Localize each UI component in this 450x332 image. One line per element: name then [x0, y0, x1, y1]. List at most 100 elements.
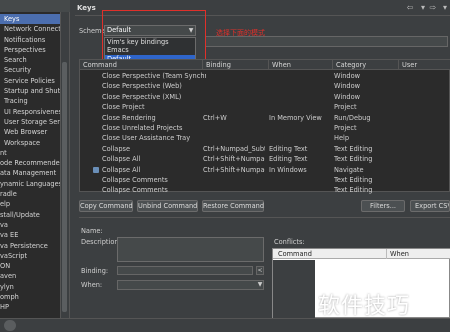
- cell-category: Window: [334, 92, 360, 101]
- tree-scrollbar-thumb[interactable]: [62, 62, 67, 312]
- tree-item[interactable]: User Storage Service: [0, 117, 60, 127]
- cell-command: Close Unrelated Projects: [102, 124, 183, 132]
- back-menu-icon[interactable]: ▾: [418, 3, 428, 13]
- tree-item[interactable]: vaScript: [0, 251, 60, 261]
- cell-command: Collapse Comments: [102, 176, 168, 184]
- table-row[interactable]: Collapse All Ctrl+Shift+Numpad_Divide Edit…: [80, 154, 450, 164]
- binding-input[interactable]: [117, 266, 253, 275]
- cell-category: Text Editing: [334, 144, 373, 153]
- conflicts-label: Conflicts:: [274, 238, 305, 246]
- tree-item[interactable]: Search: [0, 55, 60, 65]
- cell-when: Editing Text: [269, 144, 308, 153]
- cell-command: Collapse Comments: [102, 186, 168, 195]
- cell-category: Window: [334, 82, 360, 91]
- tree-item[interactable]: nt: [0, 148, 60, 158]
- export-csv-button[interactable]: Export CSV...: [410, 200, 450, 212]
- cell-binding: Ctrl+Shift+Numpad_Divide: [203, 155, 265, 164]
- description-field[interactable]: [117, 237, 264, 262]
- cell-command: Close Perspective (Team Synchronizing): [102, 72, 206, 80]
- watermark: 软件技巧: [318, 294, 411, 319]
- table-row[interactable]: Collapse Ctrl+Numpad_Subtract Editing Text…: [80, 144, 450, 154]
- table-row[interactable]: Close Project Project: [80, 102, 450, 112]
- back-icon[interactable]: ⇦: [405, 3, 415, 13]
- table-row[interactable]: Close Perspective (XML) Window: [80, 92, 450, 102]
- tree-item[interactable]: ode Recommenders: [0, 158, 60, 168]
- table-row[interactable]: Close Perspective (Web) Window: [80, 81, 450, 91]
- tree-item[interactable]: Notifications: [0, 35, 60, 45]
- cell-command: Collapse: [102, 144, 131, 153]
- command-icon: [93, 166, 99, 173]
- tree-item[interactable]: ynamic Languages: [0, 179, 60, 189]
- tree-item[interactable]: omph: [0, 292, 60, 302]
- column-header-category[interactable]: Category: [332, 60, 398, 70]
- conflicts-empty-area: [273, 260, 315, 318]
- filters-button[interactable]: Filters...: [361, 200, 405, 212]
- conflicts-header-when[interactable]: When: [386, 249, 446, 259]
- cell-command: Close User Assistance Tray: [102, 134, 191, 143]
- restore-command-button[interactable]: Restore Command: [202, 200, 264, 212]
- tree-item[interactable]: ylyn: [0, 282, 60, 292]
- tree-item[interactable]: aven: [0, 271, 60, 281]
- help-icon[interactable]: [4, 320, 16, 331]
- cell-category: Project: [334, 124, 357, 132]
- tree-item[interactable]: Web Browser: [0, 127, 60, 137]
- cell-when: Editing Text: [269, 155, 308, 164]
- column-header-binding[interactable]: Binding: [202, 60, 268, 70]
- cell-binding: Ctrl+W: [203, 113, 227, 122]
- tree-item[interactable]: Security: [0, 65, 60, 75]
- description-label: Description:: [81, 238, 121, 246]
- table-row[interactable]: Close Unrelated Projects Project: [80, 123, 450, 133]
- chevron-down-icon[interactable]: ▼: [256, 280, 264, 290]
- tree-item[interactable]: Workspace: [0, 138, 60, 148]
- cell-command: Collapse All: [102, 165, 141, 174]
- page-title: Keys: [77, 4, 96, 12]
- table-row[interactable]: Collapse Comments Text Editing: [80, 185, 450, 195]
- tree-item[interactable]: Perspectives: [0, 45, 60, 55]
- cell-command: Close Perspective (Web): [102, 82, 182, 91]
- tree-item[interactable]: va EE: [0, 230, 60, 240]
- tree-item[interactable]: ata Management: [0, 168, 60, 178]
- when-select[interactable]: [117, 280, 264, 290]
- table-row[interactable]: Collapse Comments Text Editing: [80, 175, 450, 185]
- cell-category: Run/Debug: [334, 113, 371, 122]
- table-row[interactable]: Collapse All Ctrl+Shift+Numpad_Divide In W…: [80, 165, 450, 175]
- tree-item[interactable]: Network Connections: [0, 24, 60, 34]
- cell-category: Help: [334, 134, 350, 143]
- tree-item[interactable]: UI Responsiveness: [0, 107, 60, 117]
- tree-item[interactable]: ON: [0, 261, 60, 271]
- cell-command: Collapse All: [102, 155, 141, 164]
- tree-item[interactable]: va Persistence: [0, 241, 60, 251]
- details-divider: [79, 217, 450, 218]
- conflicts-header-command[interactable]: Command: [275, 249, 385, 259]
- cell-binding: Ctrl+Shift+Numpad_Divide: [203, 165, 265, 174]
- tree-item[interactable]: HP: [0, 302, 60, 312]
- tree-item[interactable]: elp: [0, 199, 60, 209]
- table-row[interactable]: Close Perspective (Team Synchronizing) Wi…: [80, 71, 450, 81]
- tree-item[interactable]: va: [0, 220, 60, 230]
- tree-item[interactable]: stall/Update: [0, 210, 60, 220]
- name-label: Name:: [81, 227, 103, 235]
- column-header-command[interactable]: Command: [80, 60, 202, 70]
- tree-item[interactable]: radle: [0, 189, 60, 199]
- column-header-user[interactable]: User: [398, 60, 450, 70]
- tree-items: KeysNetwork ConnectionsNotificationsPers…: [0, 14, 60, 313]
- tree-item[interactable]: Keys: [0, 14, 60, 25]
- tree-item[interactable]: Service Policies: [0, 76, 60, 86]
- cell-category: Navigate: [334, 165, 364, 174]
- cell-category: Window: [334, 72, 360, 80]
- binding-label: Binding:: [81, 267, 109, 275]
- cell-when: In Windows: [269, 165, 307, 174]
- table-row[interactable]: Close Rendering Ctrl+W In Memory View Run/D…: [80, 113, 450, 123]
- tree-item[interactable]: Startup and Shutdown: [0, 86, 60, 96]
- table-row[interactable]: Close User Assistance Tray Help: [80, 133, 450, 143]
- cell-category: Text Editing: [334, 155, 373, 164]
- unbind-command-button[interactable]: Unbind Command: [137, 200, 198, 212]
- column-header-when[interactable]: When: [268, 60, 332, 70]
- when-label: When:: [81, 281, 103, 289]
- copy-command-button[interactable]: Copy Command: [79, 200, 133, 212]
- forward-menu-icon[interactable]: ▾: [440, 3, 450, 13]
- forward-icon[interactable]: ⇨: [428, 3, 438, 13]
- tree-item[interactable]: Tracing: [0, 96, 60, 106]
- cell-command: Close Perspective (XML): [102, 92, 182, 101]
- chevron-left-icon[interactable]: <: [256, 266, 264, 275]
